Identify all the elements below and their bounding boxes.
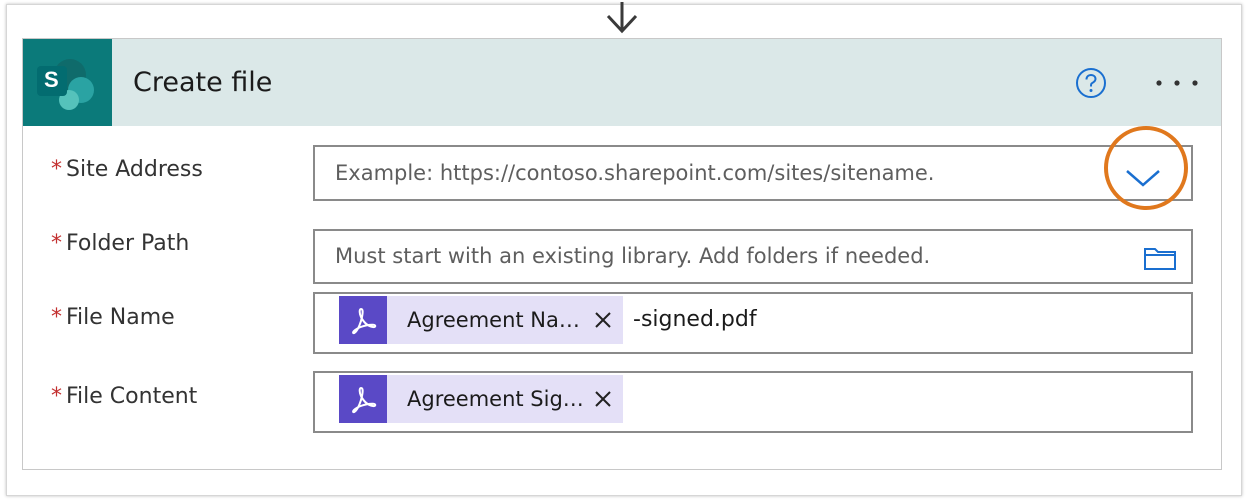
sharepoint-letter: S [44, 67, 59, 92]
adobe-pdf-icon [339, 296, 387, 344]
close-icon[interactable] [583, 375, 623, 423]
highlight-circle-annotation [1104, 126, 1188, 210]
site-address-label: * Site Address [51, 157, 203, 182]
dynamic-content-token[interactable]: Agreement Sig… [339, 375, 623, 423]
token-label: Agreement Sig… [407, 387, 583, 411]
card-title: Create file [133, 67, 273, 98]
required-marker: * [51, 384, 62, 409]
file-name-suffix: -signed.pdf [633, 307, 757, 332]
file-name-label: * File Name [51, 305, 175, 330]
sharepoint-logo: S [23, 39, 112, 126]
ellipsis-icon[interactable] [1153, 79, 1201, 87]
folder-path-label: * Folder Path [51, 231, 190, 256]
file-name-field[interactable]: Agreement Na… -signed.pdf [313, 292, 1193, 354]
required-marker: * [51, 157, 62, 182]
close-icon[interactable] [583, 296, 623, 344]
sharepoint-icon [37, 59, 94, 110]
folder-path-field[interactable]: Must start with an existing library. Add… [313, 229, 1193, 284]
question-circle-icon[interactable] [1075, 67, 1107, 99]
required-marker: * [51, 231, 62, 256]
file-content-field[interactable]: Agreement Sig… [313, 371, 1193, 433]
create-file-action-card: S Create file * Site Address Example: htt… [22, 38, 1222, 470]
adobe-pdf-icon [339, 375, 387, 423]
folder-icon[interactable] [1143, 245, 1177, 271]
card-header[interactable]: S Create file [23, 39, 1221, 126]
site-address-field[interactable]: Example: https://contoso.sharepoint.com/… [313, 145, 1193, 201]
required-marker: * [51, 305, 62, 330]
arrow-down-icon [606, 2, 638, 34]
folder-path-placeholder: Must start with an existing library. Add… [335, 244, 931, 268]
file-content-label: * File Content [51, 384, 198, 409]
site-address-placeholder: Example: https://contoso.sharepoint.com/… [335, 161, 935, 185]
token-label: Agreement Na… [407, 308, 580, 332]
dynamic-content-token[interactable]: Agreement Na… [339, 296, 623, 344]
